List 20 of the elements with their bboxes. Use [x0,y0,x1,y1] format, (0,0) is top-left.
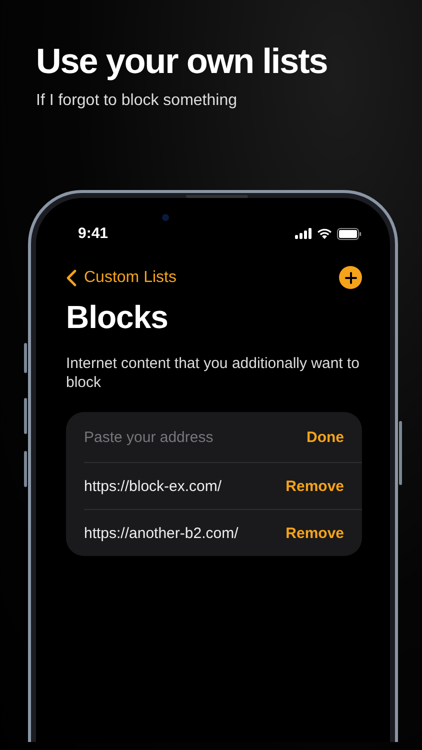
status-time: 9:41 [78,225,108,242]
remove-button[interactable]: Remove [286,478,344,494]
plus-icon [344,272,356,284]
url-text: https://block-ex.com/ [84,478,222,494]
chevron-left-icon [66,268,77,286]
address-field[interactable]: Paste your address [84,428,264,446]
remove-button[interactable]: Remove [286,524,344,542]
description: Internet content that you additionally want to block [66,354,361,392]
signal-icon [295,228,312,239]
page-title: Blocks [66,299,169,336]
headline: Use your own lists [36,41,328,83]
done-button[interactable]: Done [306,428,344,446]
speaker-grille [186,195,248,198]
wifi-icon [317,228,332,239]
battery-icon [337,228,362,240]
back-button[interactable]: Custom Lists [66,268,176,286]
camera-icon [162,214,169,221]
url-text: https://another-b2.com/ [84,524,238,542]
subtitle: If I forgot to block something [36,92,238,110]
add-button[interactable] [339,266,362,289]
